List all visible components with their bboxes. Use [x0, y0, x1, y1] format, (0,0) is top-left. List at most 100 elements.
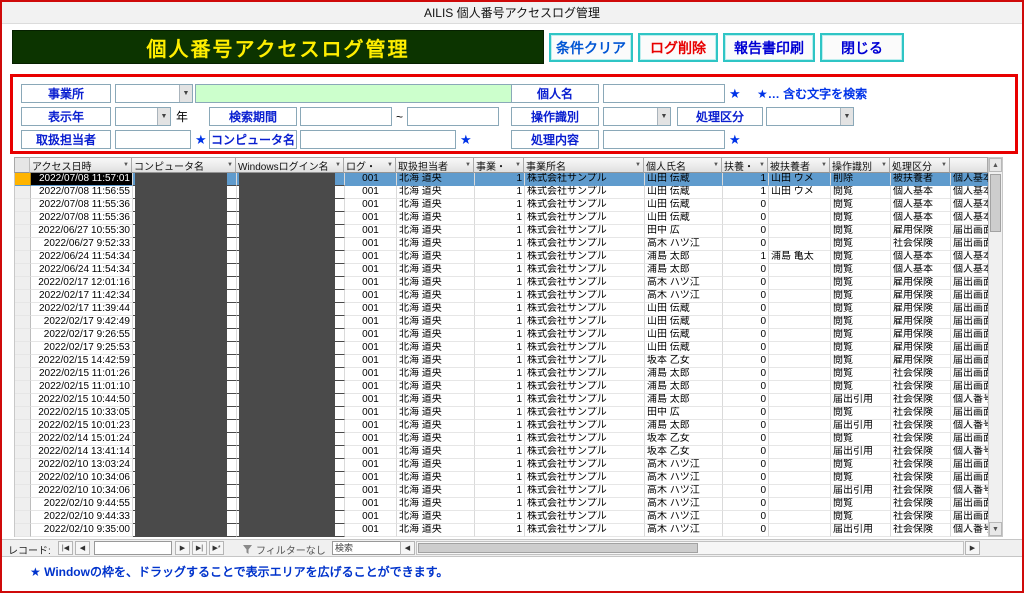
cell-datetime[interactable]: 2022/02/14 13:41:14	[31, 446, 133, 459]
cell-person[interactable]: 高木 ハツ江	[645, 290, 723, 303]
cell-log[interactable]: 001	[345, 381, 397, 394]
cell-operation[interactable]: 閲覧	[831, 225, 891, 238]
cell-dep_name[interactable]	[769, 303, 831, 316]
cell-office_name[interactable]: 株式会社サンプル	[525, 303, 645, 316]
table-row[interactable]: 2022/02/10 13:03:24001北海 道央1株式会社サンプル高木 ハ…	[15, 459, 988, 472]
cell-dep_name[interactable]	[769, 407, 831, 420]
cell-office_no[interactable]: 1	[475, 212, 525, 225]
cell-operation[interactable]: 閲覧	[831, 511, 891, 524]
cell-person[interactable]: 山田 伝蔵	[645, 342, 723, 355]
cell-staff[interactable]: 北海 道央	[397, 186, 475, 199]
cell-winlogin[interactable]	[237, 355, 345, 368]
sort-dropdown-icon[interactable]: ▼	[713, 162, 719, 168]
cell-log[interactable]: 001	[345, 524, 397, 537]
cell-datetime[interactable]: 2022/02/10 13:03:24	[31, 459, 133, 472]
cell-computer[interactable]	[133, 264, 237, 277]
cell-computer[interactable]	[133, 459, 237, 472]
cell-category[interactable]: 社会保険	[891, 472, 951, 485]
cell-office_name[interactable]: 株式会社サンプル	[525, 498, 645, 511]
row-selector[interactable]	[15, 524, 31, 537]
cell-dep_name[interactable]: 山田 ウメ	[769, 173, 831, 186]
column-header[interactable]: 個人氏名▼	[644, 157, 722, 173]
period-to-input[interactable]	[407, 107, 499, 126]
row-selector[interactable]	[15, 446, 31, 459]
table-row[interactable]: 2022/02/10 9:44:33001北海 道央1株式会社サンプル高木 ハツ…	[15, 511, 988, 524]
cell-computer[interactable]	[133, 303, 237, 316]
cell-operation[interactable]: 閲覧	[831, 459, 891, 472]
cell-computer[interactable]	[133, 485, 237, 498]
delete-log-button[interactable]: ログ削除	[638, 33, 718, 62]
table-row[interactable]: 2022/02/10 9:44:55001北海 道央1株式会社サンプル高木 ハツ…	[15, 498, 988, 511]
cell-office_name[interactable]: 株式会社サンプル	[525, 199, 645, 212]
column-header[interactable]: アクセス日時▼	[30, 157, 132, 173]
cell-category[interactable]: 個人基本	[891, 212, 951, 225]
cell-category[interactable]: 社会保険	[891, 368, 951, 381]
cell-staff[interactable]: 北海 道央	[397, 407, 475, 420]
cell-office_name[interactable]: 株式会社サンプル	[525, 238, 645, 251]
cell-computer[interactable]	[133, 420, 237, 433]
row-selector[interactable]	[15, 173, 31, 186]
cell-operation[interactable]: 閲覧	[831, 498, 891, 511]
cell-content[interactable]: 個人番号	[951, 394, 989, 407]
cell-category[interactable]: 被扶養者	[891, 173, 951, 186]
cell-content[interactable]: 個人基本	[951, 199, 989, 212]
cell-dep_flag[interactable]: 0	[723, 407, 769, 420]
cell-computer[interactable]	[133, 433, 237, 446]
person-name-input[interactable]	[603, 84, 725, 103]
cell-staff[interactable]: 北海 道央	[397, 173, 475, 186]
cell-log[interactable]: 001	[345, 511, 397, 524]
cell-computer[interactable]	[133, 212, 237, 225]
staff-input[interactable]	[115, 130, 191, 149]
cell-staff[interactable]: 北海 道央	[397, 329, 475, 342]
cell-operation[interactable]: 閲覧	[831, 199, 891, 212]
cell-office_no[interactable]: 1	[475, 381, 525, 394]
cell-person[interactable]: 田中 広	[645, 225, 723, 238]
cell-dep_name[interactable]	[769, 355, 831, 368]
vertical-scrollbar[interactable]: ▲ ▼	[988, 157, 1003, 537]
cell-log[interactable]: 001	[345, 277, 397, 290]
sort-dropdown-icon[interactable]: ▼	[515, 162, 521, 168]
cell-category[interactable]: 個人基本	[891, 251, 951, 264]
cell-computer[interactable]	[133, 316, 237, 329]
cell-person[interactable]: 高木 ハツ江	[645, 459, 723, 472]
cell-operation[interactable]: 届出引用	[831, 485, 891, 498]
cell-datetime[interactable]: 2022/02/15 10:44:50	[31, 394, 133, 407]
cell-winlogin[interactable]	[237, 446, 345, 459]
cell-person[interactable]: 山田 伝蔵	[645, 173, 723, 186]
cell-dep_flag[interactable]: 1	[723, 173, 769, 186]
column-header[interactable]: Windowsログイン名▼	[236, 157, 344, 173]
table-row[interactable]: 2022/02/15 10:33:05001北海 道央1株式会社サンプル田中 広…	[15, 407, 988, 420]
cell-log[interactable]: 001	[345, 225, 397, 238]
cell-dep_flag[interactable]: 0	[723, 303, 769, 316]
cell-dep_name[interactable]	[769, 316, 831, 329]
cell-content[interactable]: 届出画面	[951, 381, 989, 394]
cell-winlogin[interactable]	[237, 511, 345, 524]
cell-office_name[interactable]: 株式会社サンプル	[525, 316, 645, 329]
cell-staff[interactable]: 北海 道央	[397, 433, 475, 446]
cell-office_name[interactable]: 株式会社サンプル	[525, 342, 645, 355]
cell-content[interactable]: 個人番号	[951, 485, 989, 498]
sort-dropdown-icon[interactable]: ▼	[759, 162, 765, 168]
next-record-button[interactable]: ▶	[175, 541, 190, 555]
cell-category[interactable]: 個人基本	[891, 199, 951, 212]
table-row[interactable]: 2022/02/14 13:41:14001北海 道央1株式会社サンプル坂本 乙…	[15, 446, 988, 459]
cell-office_name[interactable]: 株式会社サンプル	[525, 524, 645, 537]
cell-datetime[interactable]: 2022/02/15 11:01:10	[31, 381, 133, 394]
cell-office_no[interactable]: 1	[475, 459, 525, 472]
cell-staff[interactable]: 北海 道央	[397, 394, 475, 407]
table-row[interactable]: 2022/02/10 10:34:06001北海 道央1株式会社サンプル高木 ハ…	[15, 485, 988, 498]
cell-office_no[interactable]: 1	[475, 173, 525, 186]
vertical-scrollbar-thumb[interactable]	[990, 174, 1001, 232]
cell-content[interactable]: 届出画面	[951, 316, 989, 329]
cell-datetime[interactable]: 2022/02/15 10:33:05	[31, 407, 133, 420]
cell-dep_name[interactable]	[769, 459, 831, 472]
cell-dep_flag[interactable]: 0	[723, 290, 769, 303]
cell-winlogin[interactable]	[237, 420, 345, 433]
cell-dep_name[interactable]	[769, 368, 831, 381]
cell-datetime[interactable]: 2022/02/14 15:01:24	[31, 433, 133, 446]
sort-dropdown-icon[interactable]: ▼	[941, 162, 947, 168]
row-selector[interactable]	[15, 316, 31, 329]
cell-person[interactable]: 浦島 太郎	[645, 381, 723, 394]
cell-computer[interactable]	[133, 186, 237, 199]
cell-computer[interactable]	[133, 524, 237, 537]
